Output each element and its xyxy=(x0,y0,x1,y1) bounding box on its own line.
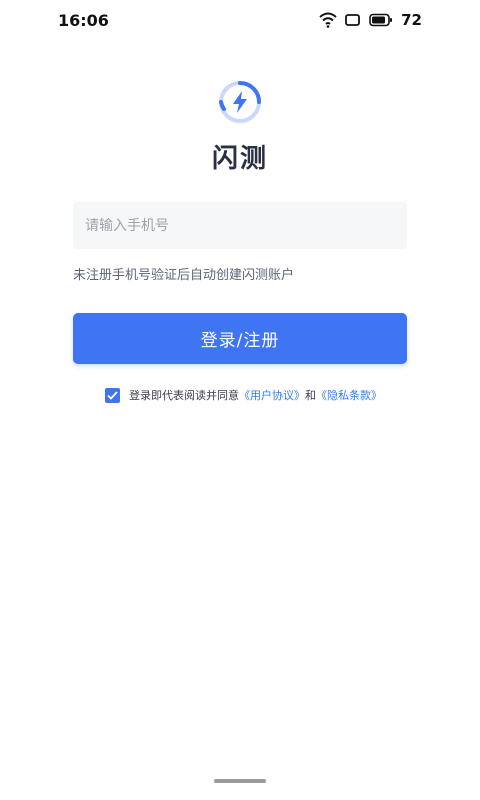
login-register-button[interactable]: 登录/注册 xyxy=(73,313,407,364)
status-bar: 16:06 72 xyxy=(0,0,480,40)
registration-hint: 未注册手机号验证后自动创建闪测账户 xyxy=(73,268,295,283)
home-indicator[interactable] xyxy=(214,779,266,783)
battery-icon xyxy=(369,13,393,27)
status-icons: 72 xyxy=(319,10,422,30)
screen-rotate-icon xyxy=(345,13,361,27)
lightning-bolt-icon xyxy=(216,78,264,130)
status-time: 16:06 xyxy=(58,11,109,30)
agreement-checkbox[interactable] xyxy=(105,387,120,403)
app-header: 闪测 xyxy=(0,78,480,175)
wifi-icon xyxy=(319,12,337,28)
battery-level: 72 xyxy=(401,11,422,29)
agreement-row: 登录即代表阅读并同意 《用户协议》 和 《隐私条款》 xyxy=(105,387,382,403)
checkmark-icon xyxy=(107,390,118,400)
agreement-conjunction: 和 xyxy=(305,389,316,402)
phone-input[interactable] xyxy=(73,202,407,249)
privacy-terms-link[interactable]: 《隐私条款》 xyxy=(316,387,382,403)
agreement-prefix: 登录即代表阅读并同意 xyxy=(129,389,239,402)
user-agreement-link[interactable]: 《用户协议》 xyxy=(239,387,305,403)
app-name: 闪测 xyxy=(211,144,268,174)
